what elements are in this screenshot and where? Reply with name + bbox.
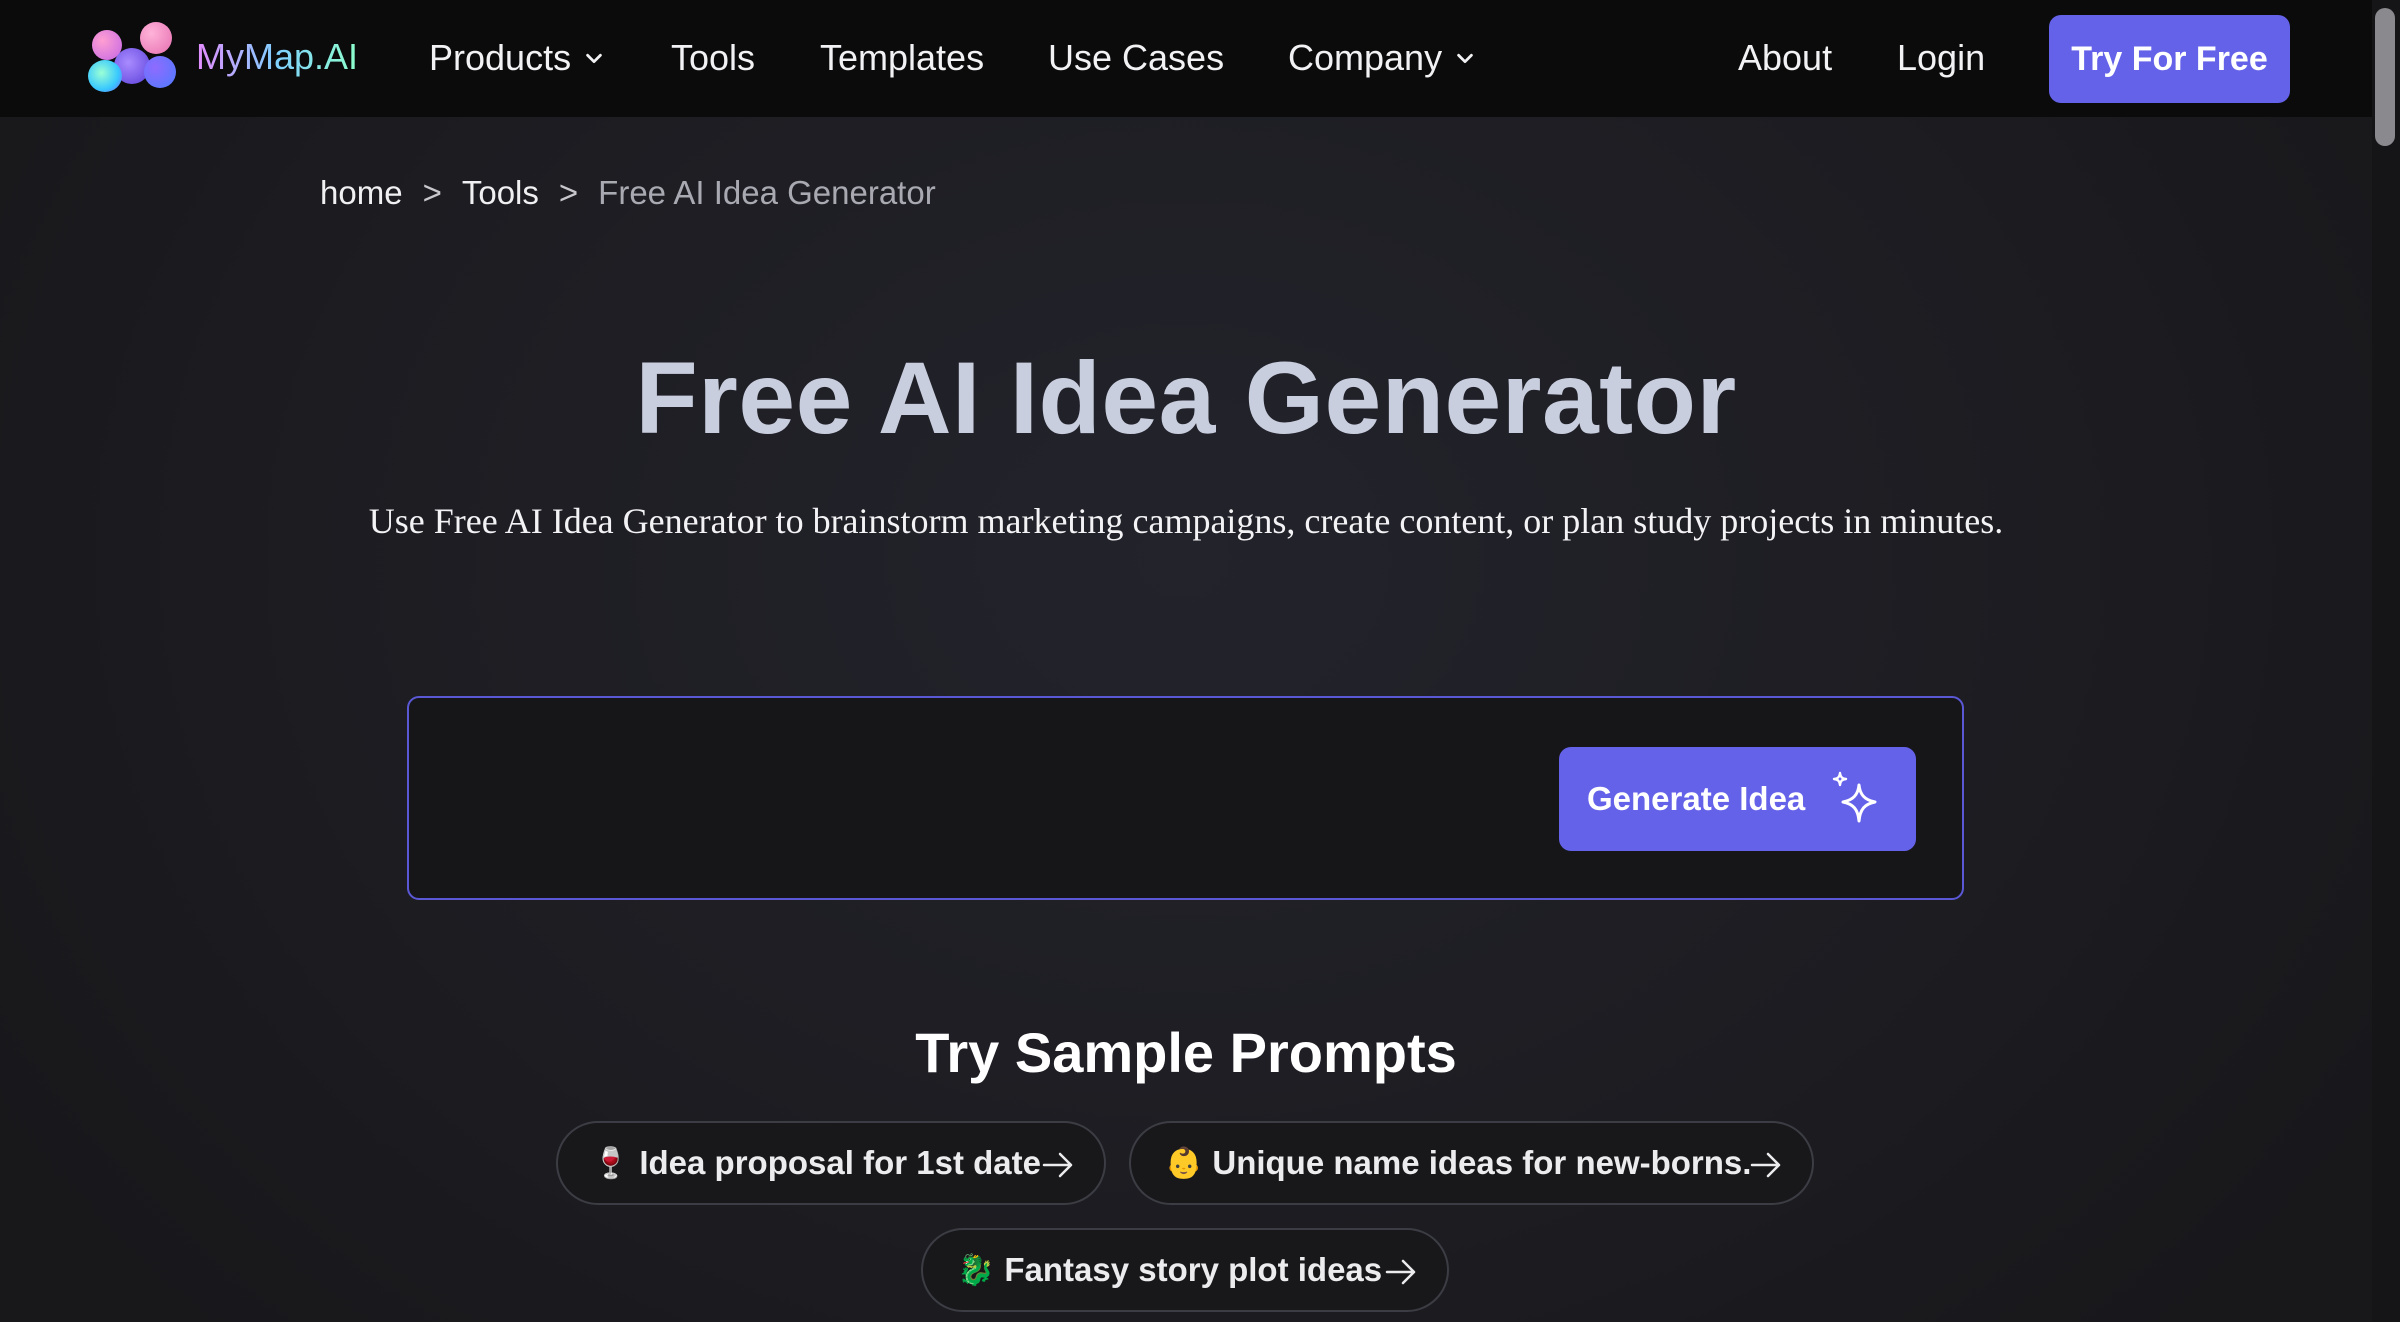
nav-company-label: Company: [1288, 37, 1443, 78]
breadcrumb: home > Tools > Free AI Idea Generator: [320, 174, 936, 212]
baby-icon: 👶: [1165, 1145, 1203, 1181]
nav-login[interactable]: Login: [1897, 36, 1985, 80]
page: MyMap.AI Products Tools Templates Use Ca…: [0, 0, 2400, 1322]
nav-products[interactable]: Products: [429, 36, 605, 80]
dragon-icon: 🐉: [957, 1252, 995, 1288]
breadcrumb-separator: >: [422, 174, 442, 211]
top-navbar: MyMap.AI Products Tools Templates Use Ca…: [0, 0, 2372, 117]
logo-icon: [88, 22, 176, 92]
nav-about[interactable]: About: [1738, 36, 1832, 80]
sample-prompt-label: Unique name ideas for new-borns.: [1212, 1144, 1752, 1181]
sample-prompt-chip[interactable]: 🐉 Fantasy story plot ideas: [921, 1228, 1449, 1312]
idea-input-card: Generate Idea: [407, 696, 1964, 900]
breadcrumb-home[interactable]: home: [320, 174, 403, 212]
try-for-free-button[interactable]: Try For Free: [2049, 15, 2290, 103]
scrollbar-thumb[interactable]: [2375, 8, 2395, 146]
chevron-down-icon: [586, 53, 602, 64]
breadcrumb-separator: >: [558, 174, 579, 211]
sample-prompt-chip[interactable]: 👶 Unique name ideas for new-borns.: [1129, 1121, 1814, 1205]
wine-glass-icon: 🍷: [592, 1145, 630, 1181]
breadcrumb-current: Free AI Idea Generator: [598, 174, 936, 211]
nav-products-label: Products: [429, 37, 572, 78]
page-title: Free AI Idea Generator: [635, 341, 1737, 455]
page-subtitle: Use Free AI Idea Generator to brainstorm…: [368, 501, 2004, 541]
sample-prompt-label: Fantasy story plot ideas: [1004, 1251, 1383, 1288]
arrow-right-icon: [1750, 1152, 1781, 1178]
idea-prompt-input[interactable]: [433, 718, 1513, 878]
generate-idea-button[interactable]: Generate Idea: [1559, 747, 1916, 851]
brand-logo[interactable]: MyMap.AI: [88, 22, 358, 92]
sample-prompt-chip[interactable]: 🍷 Idea proposal for 1st date: [556, 1121, 1106, 1205]
sparkle-icon: [1832, 771, 1877, 823]
sample-prompts-title: Try Sample Prompts: [915, 1021, 1457, 1084]
nav-tools[interactable]: Tools: [671, 36, 755, 80]
nav-use-cases[interactable]: Use Cases: [1048, 36, 1224, 80]
sample-prompt-label: Idea proposal for 1st date: [639, 1144, 1041, 1181]
chevron-down-icon: [1457, 53, 1473, 64]
arrow-right-icon: [1385, 1259, 1416, 1285]
generate-idea-label: Generate Idea: [1587, 780, 1806, 817]
brand-name: MyMap.AI: [196, 36, 359, 77]
nav-templates[interactable]: Templates: [820, 36, 984, 80]
arrow-right-icon: [1042, 1152, 1073, 1178]
scrollbar-track[interactable]: [2372, 0, 2400, 1322]
nav-company[interactable]: Company: [1288, 36, 1476, 80]
breadcrumb-tools[interactable]: Tools: [462, 174, 539, 212]
